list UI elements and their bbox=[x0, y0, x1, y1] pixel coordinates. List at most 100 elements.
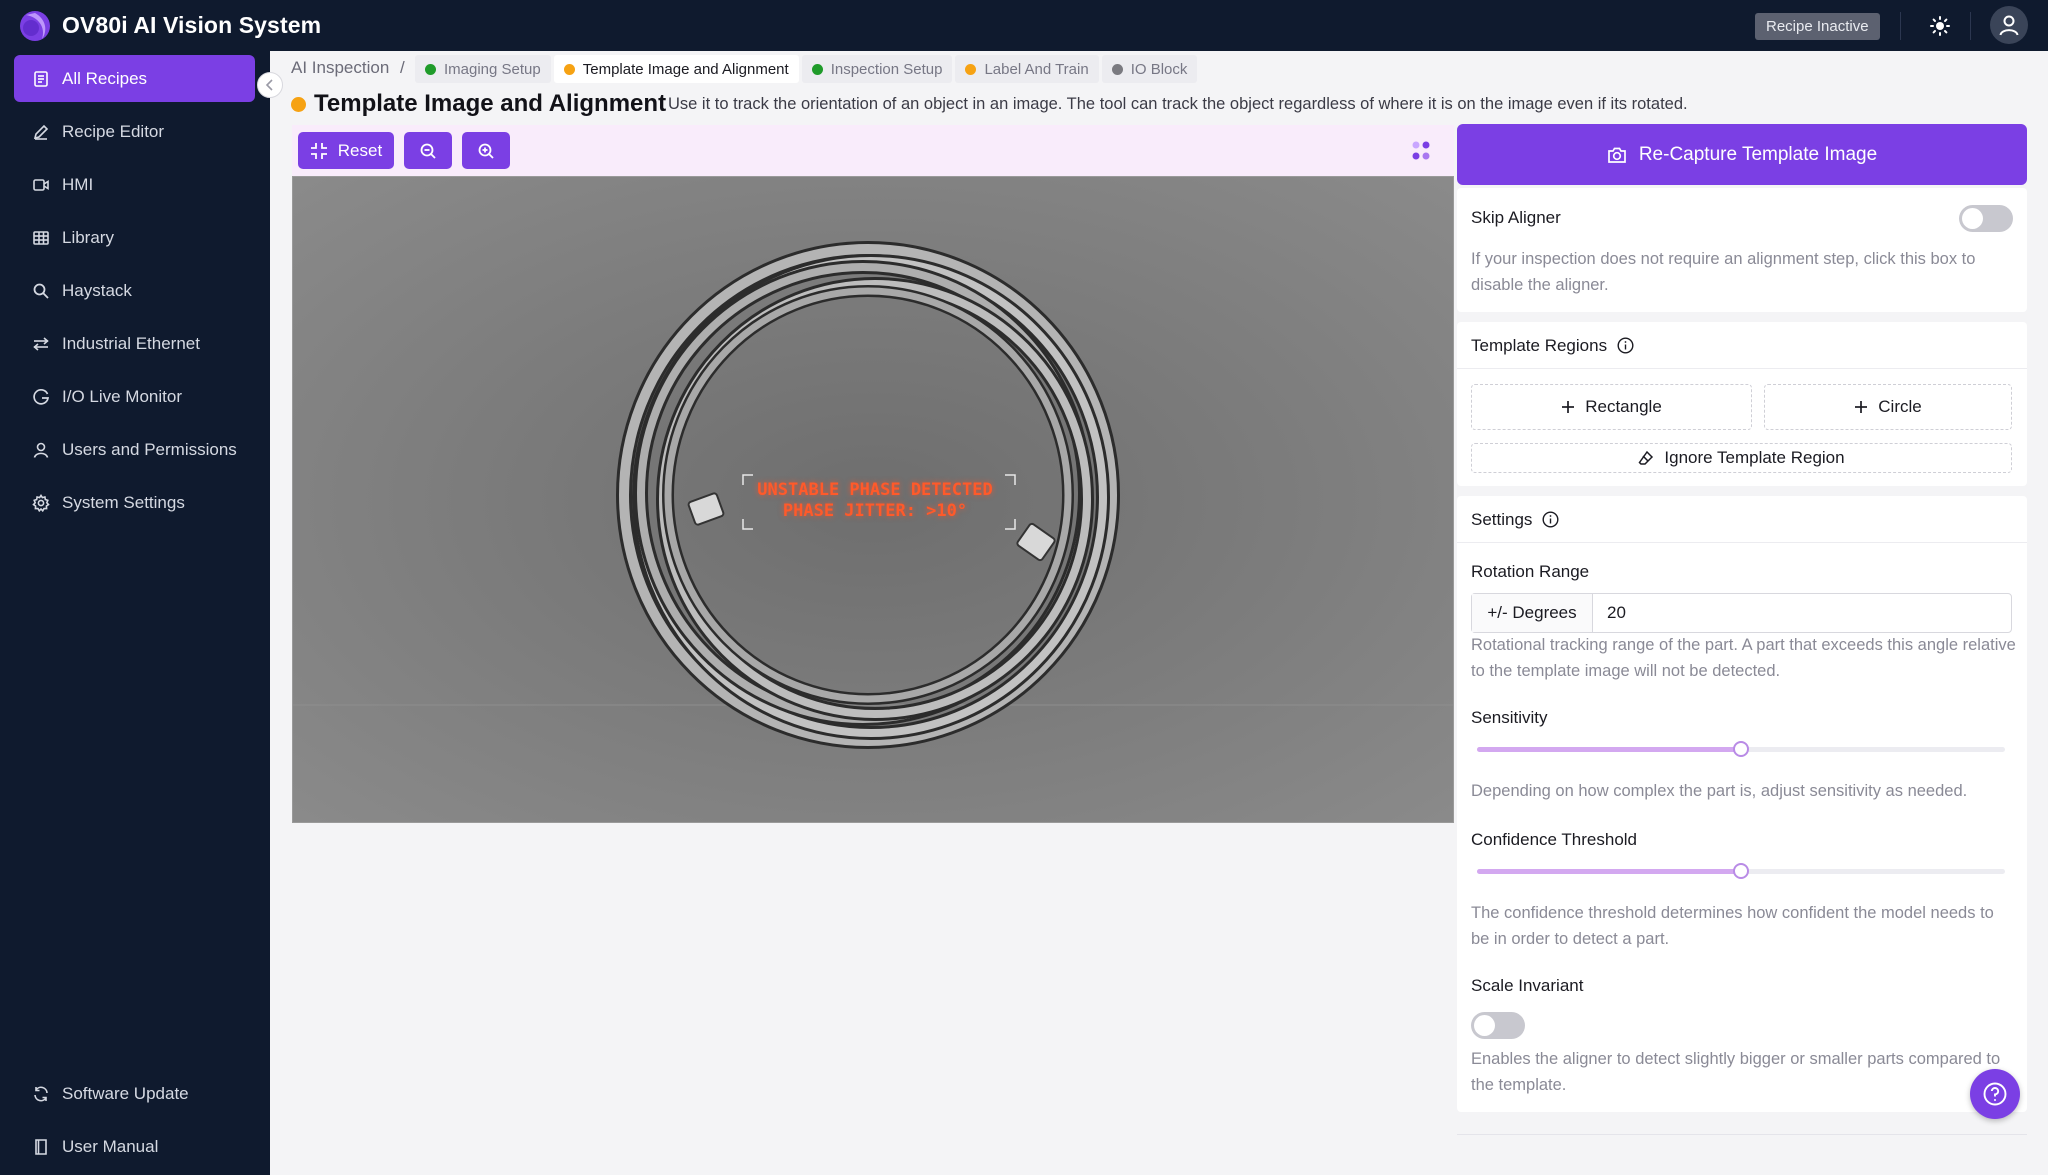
status-dot bbox=[1111, 63, 1123, 75]
info-icon[interactable] bbox=[1617, 337, 1634, 354]
sidebar-item-label: Haystack bbox=[62, 280, 132, 300]
ethernet-icon bbox=[33, 336, 49, 351]
rotation-range-input-group: +/- Degrees bbox=[1471, 593, 2012, 633]
status-dot bbox=[563, 63, 575, 75]
user-icon bbox=[33, 442, 49, 458]
sidebar-item-system-settings[interactable]: System Settings bbox=[14, 479, 255, 526]
sidebar-item-user-manual[interactable]: User Manual bbox=[14, 1123, 255, 1170]
add-rectangle-button[interactable]: Rectangle bbox=[1471, 384, 1752, 430]
user-icon bbox=[1999, 15, 2019, 36]
sidebar-item-library[interactable]: Library bbox=[14, 214, 255, 261]
monitor-icon bbox=[33, 388, 50, 405]
skip-aligner-help: If your inspection does not require an a… bbox=[1471, 250, 1976, 294]
image-toolbar: Reset bbox=[292, 125, 1454, 176]
plus-icon bbox=[1855, 401, 1868, 413]
overlay-line-1: UNSTABLE PHASE DETECTED bbox=[757, 480, 993, 500]
sidebar-item-software-update[interactable]: Software Update bbox=[14, 1070, 255, 1117]
grid-icon bbox=[33, 230, 49, 245]
status-dot bbox=[811, 63, 823, 75]
recipes-icon bbox=[34, 70, 48, 87]
eraser-icon bbox=[1638, 450, 1654, 465]
sensitivity-label: Sensitivity bbox=[1471, 708, 1548, 727]
sidebar-item-label: I/O Live Monitor bbox=[62, 386, 182, 406]
search-icon bbox=[33, 283, 49, 299]
recapture-template-image-button[interactable]: Re-Capture Template Image bbox=[1457, 124, 2027, 185]
sidebar-item-label: Users and Permissions bbox=[62, 439, 237, 459]
tab-inspection-setup[interactable]: Inspection Setup bbox=[801, 55, 953, 83]
skip-aligner-card: Skip Aligner If your inspection does not… bbox=[1457, 188, 2027, 312]
page-title: Template Image and Alignment bbox=[314, 90, 667, 117]
skip-aligner-toggle[interactable] bbox=[1959, 205, 2013, 232]
slider-fill bbox=[1477, 869, 1741, 874]
sidebar-item-label: All Recipes bbox=[62, 68, 148, 88]
divider bbox=[1457, 542, 2027, 543]
slider-thumb[interactable] bbox=[1733, 741, 1749, 757]
skip-aligner-label: Skip Aligner bbox=[1471, 208, 1561, 227]
tab-io-block[interactable]: IO Block bbox=[1101, 55, 1198, 83]
scale-invariant-toggle[interactable] bbox=[1471, 1012, 1525, 1039]
recipe-status-badge: Recipe Inactive bbox=[1755, 13, 1880, 40]
overlay-line-2: PHASE JITTER: >10° bbox=[782, 501, 968, 521]
chevron-left-icon bbox=[265, 79, 273, 91]
tab-imaging-setup[interactable]: Imaging Setup bbox=[415, 55, 551, 83]
sensitivity-help: Depending on how complex the part is, ad… bbox=[1471, 782, 1968, 800]
plus-icon bbox=[1562, 401, 1575, 413]
zoom-in-icon bbox=[478, 143, 494, 159]
reset-button[interactable]: Reset bbox=[298, 132, 394, 169]
confidence-threshold-label: Confidence Threshold bbox=[1471, 830, 1638, 849]
ignore-template-region-button[interactable]: Ignore Template Region bbox=[1471, 443, 2012, 473]
sidebar-item-hmi[interactable]: HMI bbox=[14, 161, 255, 208]
book-icon bbox=[35, 1138, 47, 1155]
camera-icon bbox=[1607, 147, 1626, 163]
gear-icon bbox=[32, 493, 50, 512]
zoom-in-button[interactable] bbox=[462, 132, 510, 169]
sidebar-item-label: Library bbox=[62, 227, 114, 247]
rotation-range-label: Rotation Range bbox=[1471, 562, 1590, 581]
sidebar-item-haystack[interactable]: Haystack bbox=[14, 267, 255, 314]
sidebar-item-industrial-ethernet[interactable]: Industrial Ethernet bbox=[14, 320, 255, 367]
sensitivity-slider[interactable] bbox=[1477, 741, 2005, 757]
breadcrumb-root[interactable]: AI Inspection / bbox=[291, 58, 405, 78]
template-regions-card: Template Regions Rectangle Circle Ignore… bbox=[1457, 322, 2027, 486]
info-icon[interactable] bbox=[1542, 511, 1559, 528]
sidebar-item-all-recipes[interactable]: All Recipes bbox=[14, 55, 255, 102]
divider bbox=[1457, 1134, 2027, 1135]
pencil-icon bbox=[33, 124, 49, 140]
tab-template-image-and-alignment[interactable]: Template Image and Alignment bbox=[553, 55, 799, 83]
video-icon bbox=[33, 178, 49, 191]
top-bar: OV80i AI Vision System Recipe Inactive bbox=[0, 0, 2048, 51]
help-button[interactable] bbox=[1970, 1069, 2020, 1119]
phase-warning-overlay: UNSTABLE PHASE DETECTED PHASE JITTER: >1… bbox=[742, 470, 1008, 532]
loading-dots-icon bbox=[1412, 141, 1430, 160]
slider-thumb[interactable] bbox=[1733, 863, 1749, 879]
sun-icon bbox=[1930, 16, 1950, 36]
sidebar-item-io-live-monitor[interactable]: I/O Live Monitor bbox=[14, 373, 255, 420]
theme-toggle-button[interactable] bbox=[1922, 8, 1958, 44]
add-circle-button[interactable]: Circle bbox=[1764, 384, 2012, 430]
sidebar-item-users-and-permissions[interactable]: Users and Permissions bbox=[14, 426, 255, 473]
degrees-addon: +/- Degrees bbox=[1472, 594, 1593, 632]
help-icon bbox=[1983, 1082, 2007, 1106]
confidence-threshold-slider[interactable] bbox=[1477, 863, 2005, 879]
sidebar-item-recipe-editor[interactable]: Recipe Editor bbox=[14, 108, 255, 155]
zoom-out-button[interactable] bbox=[404, 132, 452, 169]
sidebar-item-label: System Settings bbox=[62, 492, 185, 512]
sidebar: All Recipes Recipe Editor HMI Library Ha… bbox=[0, 51, 270, 1175]
status-dot bbox=[425, 63, 436, 75]
user-avatar-button[interactable] bbox=[1990, 6, 2028, 44]
confidence-threshold-help: The confidence threshold determines how … bbox=[1471, 904, 1994, 948]
template-regions-title: Template Regions bbox=[1471, 336, 1608, 355]
shrink-icon bbox=[310, 142, 327, 159]
rotation-range-help: Rotational tracking range of the part. A… bbox=[1471, 636, 2016, 680]
tab-label-and-train[interactable]: Label And Train bbox=[955, 55, 1099, 83]
page-status-dot bbox=[291, 97, 306, 112]
sidebar-item-label: Industrial Ethernet bbox=[62, 333, 200, 353]
breadcrumb: Imaging Setup Template Image and Alignme… bbox=[415, 55, 1198, 83]
sidebar-collapse-button[interactable] bbox=[257, 72, 283, 98]
settings-title: Settings bbox=[1471, 510, 1533, 529]
app-title: OV80i AI Vision System bbox=[62, 12, 322, 38]
zoom-out-icon bbox=[420, 143, 436, 159]
sidebar-item-label: Recipe Editor bbox=[62, 121, 165, 141]
scale-invariant-help: Enables the aligner to detect slightly b… bbox=[1471, 1050, 2001, 1094]
rotation-range-input[interactable] bbox=[1593, 594, 2011, 632]
